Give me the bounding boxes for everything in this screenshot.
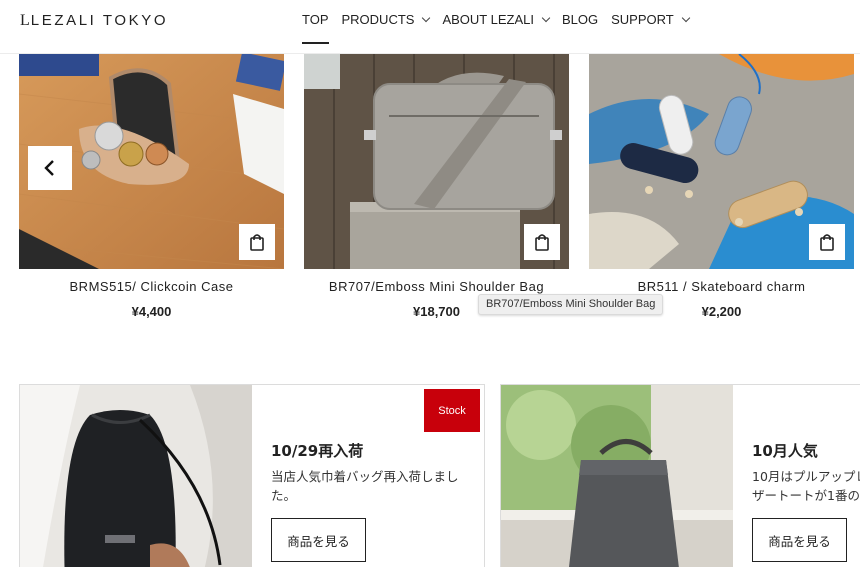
site-header: LLEZALI TOKYO TOP PRODUCTS ABOUT LEZALI … bbox=[0, 0, 860, 54]
feature-card-restock[interactable]: Stock 10/29再入荷 当店人気巾着バッグ再入荷しました。 商品を見る bbox=[19, 384, 485, 567]
feature-title: 10月人気 bbox=[752, 442, 818, 460]
feature-description: 当店人気巾着バッグ再入荷しました。 bbox=[271, 469, 459, 503]
add-to-cart-button[interactable] bbox=[809, 224, 845, 260]
nav-label: TOP bbox=[302, 12, 329, 27]
main-nav: TOP PRODUCTS ABOUT LEZALI BLOG SUPPORT bbox=[302, 12, 702, 44]
add-to-cart-button[interactable] bbox=[239, 224, 275, 260]
chevron-left-icon bbox=[44, 160, 54, 176]
nav-item-about[interactable]: ABOUT LEZALI bbox=[442, 12, 551, 27]
feature-card-monthly-popular[interactable]: 10月人気 10月はプルアップレザートートが1番の売 商品を見る bbox=[500, 384, 860, 567]
nav-item-support[interactable]: SUPPORT bbox=[611, 12, 690, 27]
nav-item-products[interactable]: PRODUCTS bbox=[341, 12, 431, 27]
view-product-button[interactable]: 商品を見る bbox=[271, 518, 366, 562]
stock-badge: Stock bbox=[424, 389, 480, 432]
product-card[interactable]: BR511 / Skateboard charm ¥2,200 bbox=[589, 54, 854, 319]
feature-description: 10月はプルアップレザートートが1番の売 bbox=[752, 469, 860, 503]
shopping-bag-icon bbox=[250, 234, 264, 251]
nav-label: PRODUCTS bbox=[341, 12, 415, 27]
product-card[interactable]: BR707/Emboss Mini Shoulder Bag ¥18,700 bbox=[304, 54, 569, 319]
brand-logo[interactable]: LLEZALI TOKYO bbox=[20, 12, 168, 30]
product-name-tooltip: BR707/Emboss Mini Shoulder Bag bbox=[478, 294, 664, 315]
nav-label: ABOUT LEZALI bbox=[442, 12, 534, 27]
chevron-down-icon bbox=[681, 13, 690, 23]
shopping-bag-icon bbox=[535, 234, 549, 251]
view-product-button[interactable]: 商品を見る bbox=[752, 518, 847, 562]
carousel-prev-button[interactable] bbox=[28, 146, 72, 190]
product-name[interactable]: BRMS515/ Clickcoin Case bbox=[19, 279, 284, 294]
nav-label: BLOG bbox=[561, 12, 599, 27]
product-name[interactable]: BR707/Emboss Mini Shoulder Bag bbox=[304, 279, 569, 294]
product-image-mini-shoulder-bag[interactable] bbox=[304, 54, 569, 269]
feature-image-drawstring-bag[interactable] bbox=[20, 385, 252, 567]
nav-item-blog[interactable]: BLOG bbox=[562, 12, 598, 27]
nav-item-top[interactable]: TOP bbox=[302, 12, 329, 44]
add-to-cart-button[interactable] bbox=[524, 224, 560, 260]
product-image-skateboard-charm[interactable] bbox=[589, 54, 854, 269]
product-price: ¥4,400 bbox=[131, 304, 172, 319]
feature-image-tote-bag[interactable] bbox=[501, 385, 733, 567]
shopping-bag-icon bbox=[820, 234, 834, 251]
logo-mark: L bbox=[20, 12, 30, 29]
chevron-down-icon bbox=[541, 13, 551, 23]
chevron-down-icon bbox=[422, 13, 431, 23]
product-name[interactable]: BR511 / Skateboard charm bbox=[589, 279, 854, 294]
logo-text: LEZALI TOKYO bbox=[30, 12, 169, 29]
feature-title: 10/29再入荷 bbox=[271, 442, 364, 460]
nav-label: SUPPORT bbox=[611, 12, 674, 27]
